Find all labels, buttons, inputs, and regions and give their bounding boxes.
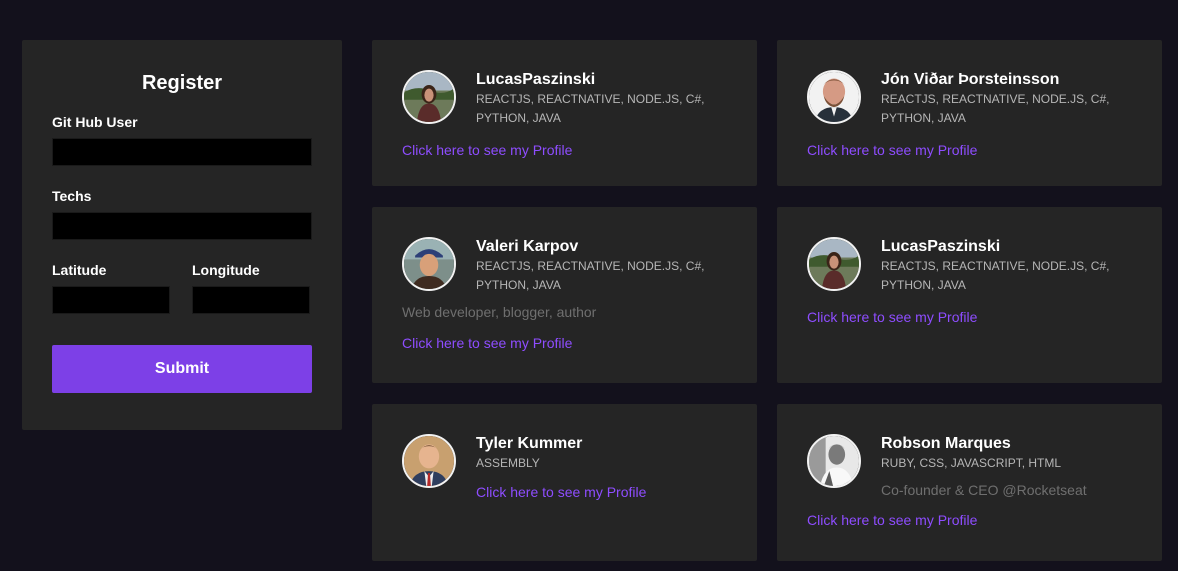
profile-link[interactable]: Click here to see my Profile	[402, 141, 727, 159]
register-panel: Register Git Hub User Techs Latitude Lon…	[22, 40, 342, 430]
avatar-image-robson	[809, 436, 859, 486]
dev-card: Tyler Kummer ASSEMBLY Click here to see …	[372, 404, 757, 561]
latitude-label: Latitude	[52, 262, 107, 278]
github-user-group: Git Hub User	[52, 114, 312, 166]
register-title: Register	[141, 72, 223, 94]
latitude-group: Latitude	[52, 262, 170, 314]
avatar	[807, 434, 861, 488]
user-info: LucasPaszinski REACTJS, REACTNATIVE, NOD…	[476, 70, 716, 128]
user-name: Robson Marques	[881, 435, 1011, 452]
longitude-group: Longitude	[192, 262, 310, 314]
dev-card-header: Jón Viðar Þorsteinsson REACTJS, REACTNAT…	[807, 70, 1132, 128]
github-user-label: Git Hub User	[52, 114, 138, 130]
dev-card: Jón Viðar Þorsteinsson REACTJS, REACTNAT…	[777, 40, 1162, 186]
avatar	[402, 70, 456, 124]
github-user-input[interactable]	[52, 138, 312, 166]
submit-button[interactable]: Submit	[52, 345, 312, 393]
user-techs: ASSEMBLY	[476, 456, 540, 470]
user-info: Valeri Karpov REACTJS, REACTNATIVE, NODE…	[476, 237, 716, 295]
user-name: LucasPaszinski	[476, 71, 596, 88]
dev-card: Valeri Karpov REACTJS, REACTNATIVE, NODE…	[372, 207, 757, 383]
user-techs: REACTJS, REACTNATIVE, NODE.JS, C#, PYTHO…	[476, 92, 705, 125]
latitude-input[interactable]	[52, 286, 170, 314]
user-info: Robson Marques RUBY, CSS, JAVASCRIPT, HT…	[881, 434, 1121, 499]
user-bio: Web developer, blogger, author	[402, 304, 597, 320]
avatar-image-lucas	[809, 239, 859, 289]
longitude-label: Longitude	[192, 262, 260, 278]
avatar	[807, 237, 861, 291]
profile-link[interactable]: Click here to see my Profile	[807, 141, 1132, 159]
dev-card-header: LucasPaszinski REACTJS, REACTNATIVE, NOD…	[807, 237, 1132, 295]
avatar-image-jon	[809, 72, 859, 122]
user-name: Jón Viðar Þorsteinsson	[881, 71, 1060, 88]
dev-card-header: Valeri Karpov REACTJS, REACTNATIVE, NODE…	[402, 237, 727, 295]
profile-link[interactable]: Click here to see my Profile	[402, 334, 727, 352]
user-techs: RUBY, CSS, JAVASCRIPT, HTML	[881, 456, 1062, 470]
user-info: LucasPaszinski REACTJS, REACTNATIVE, NOD…	[881, 237, 1121, 295]
longitude-input[interactable]	[192, 286, 310, 314]
avatar-image-tyler	[404, 436, 454, 486]
dev-card: LucasPaszinski REACTJS, REACTNATIVE, NOD…	[777, 207, 1162, 383]
dev-card-header: Robson Marques RUBY, CSS, JAVASCRIPT, HT…	[807, 434, 1132, 499]
user-name: Tyler Kummer	[476, 435, 583, 452]
user-techs: REACTJS, REACTNATIVE, NODE.JS, C#, PYTHO…	[881, 92, 1110, 125]
avatar	[402, 434, 456, 488]
techs-input[interactable]	[52, 212, 312, 240]
avatar-image-lucas	[404, 72, 454, 122]
techs-label: Techs	[52, 188, 92, 204]
user-name: LucasPaszinski	[881, 238, 1001, 255]
dev-card: Robson Marques RUBY, CSS, JAVASCRIPT, HT…	[777, 404, 1162, 561]
user-bio: Co-founder & CEO @Rocketseat	[881, 482, 1087, 498]
user-info: Jón Viðar Þorsteinsson REACTJS, REACTNAT…	[881, 70, 1121, 128]
profile-link[interactable]: Click here to see my Profile	[807, 511, 1132, 529]
profile-link[interactable]: Click here to see my Profile	[476, 483, 716, 501]
dev-card-header: Tyler Kummer ASSEMBLY Click here to see …	[402, 434, 727, 501]
user-info: Tyler Kummer ASSEMBLY Click here to see …	[476, 434, 716, 501]
avatar-image-valeri	[404, 239, 454, 289]
profile-link[interactable]: Click here to see my Profile	[807, 308, 1132, 326]
dev-card-header: LucasPaszinski REACTJS, REACTNATIVE, NOD…	[402, 70, 727, 128]
geo-row: Latitude Longitude	[52, 262, 312, 314]
user-techs: REACTJS, REACTNATIVE, NODE.JS, C#, PYTHO…	[476, 259, 705, 292]
user-name: Valeri Karpov	[476, 238, 579, 255]
techs-group: Techs	[52, 188, 312, 240]
user-techs: REACTJS, REACTNATIVE, NODE.JS, C#, PYTHO…	[881, 259, 1110, 292]
dev-card: LucasPaszinski REACTJS, REACTNATIVE, NOD…	[372, 40, 757, 186]
avatar	[807, 70, 861, 124]
avatar	[402, 237, 456, 291]
